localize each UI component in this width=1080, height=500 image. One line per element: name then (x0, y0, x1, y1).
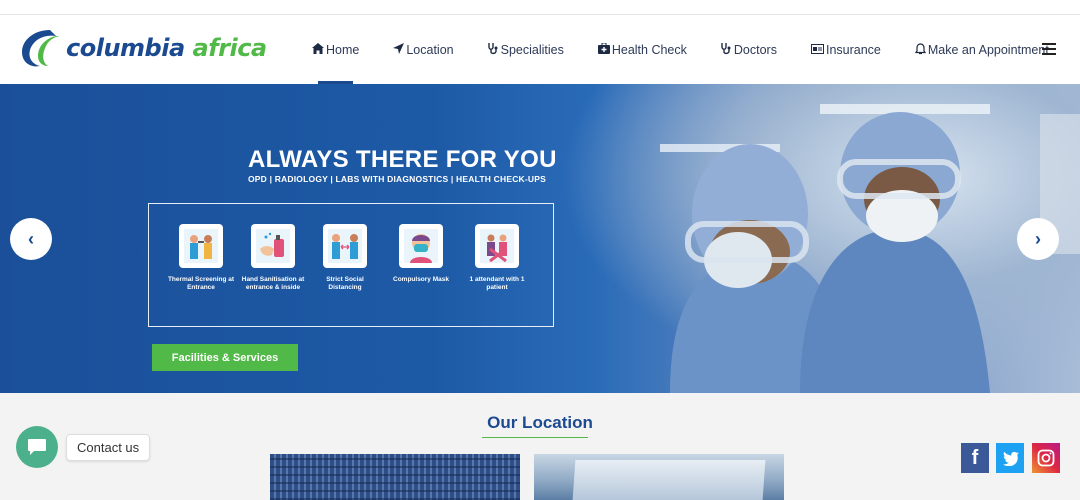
hero-slider: ‹ › ALWAYS THERE FOR YOU OPD | RADIOLOGY… (0, 84, 1080, 393)
facilities-services-button[interactable]: Facilities & Services (152, 344, 298, 371)
nav-label-home: Home (326, 43, 360, 57)
measure-item: Hand Sanitisation at entrance & inside (237, 224, 309, 292)
nav-item-health-check[interactable]: Health Check (597, 16, 687, 84)
nav-item-specialities[interactable]: Specialities (487, 16, 564, 84)
measure-item: Compulsory Mask (385, 224, 457, 284)
social-distancing-icon (323, 224, 367, 268)
slider-prev-button[interactable]: ‹ (10, 218, 52, 260)
one-attendant-icon (475, 224, 519, 268)
mask-icon (399, 224, 443, 268)
hamburger-menu-icon[interactable] (1042, 43, 1056, 55)
logo-text: columbia africa (66, 34, 267, 62)
instagram-camera-icon (1037, 449, 1055, 467)
twitter-icon[interactable] (996, 443, 1024, 473)
nav-item-location[interactable]: Location (393, 16, 454, 84)
nav-label-doctors: Doctors (733, 43, 777, 57)
nav-label-specialities: Specialities (500, 43, 564, 57)
measure-label: Thermal Screening at Entrance (167, 276, 235, 292)
logo-mark-icon (20, 28, 62, 68)
logo-text-africa: africa (192, 34, 268, 62)
main-nav: Home Location Specialities Health Check … (312, 16, 1080, 84)
slider-next-button[interactable]: › (1017, 218, 1059, 260)
id-card-icon (810, 43, 824, 57)
bell-icon (914, 42, 926, 58)
stethoscope-icon (721, 42, 732, 58)
nav-label-insurance: Insurance (825, 43, 881, 57)
site-header: columbia africa Home Location Specialiti… (0, 16, 1080, 84)
location-image[interactable] (270, 454, 520, 500)
chevron-right-icon: › (1035, 228, 1041, 249)
hero-medical-staff-image (660, 104, 1080, 393)
measure-label: 1 attendant with 1 patient (469, 276, 525, 292)
measure-label: Strict Social Distancing (326, 276, 364, 292)
instagram-icon[interactable] (1032, 443, 1060, 473)
measure-item: Strict Social Distancing (309, 224, 381, 292)
medkit-icon (597, 42, 610, 57)
home-icon (312, 43, 324, 57)
location-arrow-icon (393, 43, 405, 57)
facebook-icon[interactable]: f (961, 443, 989, 473)
nav-label-appointment: Make an Appointment (927, 43, 1049, 57)
nav-label-location: Location (406, 43, 454, 57)
location-title: Our Location (487, 413, 593, 432)
measure-label: Compulsory Mask (393, 276, 449, 283)
safety-measures-box: Thermal Screening at Entrance Hand Sanit… (148, 203, 554, 327)
top-strip (0, 0, 1080, 15)
nav-item-appointment[interactable]: Make an Appointment (914, 16, 1049, 84)
twitter-bird-icon (1002, 451, 1019, 466)
logo[interactable]: columbia africa (20, 28, 267, 68)
measure-item: 1 attendant with 1 patient (461, 224, 533, 292)
facebook-glyph: f (971, 446, 979, 469)
chat-icon[interactable] (16, 426, 58, 468)
stethoscope-icon (487, 42, 499, 58)
hero-title: ALWAYS THERE FOR YOU (248, 146, 557, 173)
contact-widget[interactable]: Contact us (16, 426, 151, 468)
contact-us-label[interactable]: Contact us (66, 433, 151, 461)
location-title-underline (482, 437, 588, 438)
nav-item-insurance[interactable]: Insurance (810, 16, 881, 84)
nav-item-doctors[interactable]: Doctors (721, 16, 777, 84)
thermal-screening-icon (179, 224, 223, 268)
measure-item: Thermal Screening at Entrance (165, 224, 237, 292)
hand-sanitiser-icon (251, 224, 295, 268)
measure-label: Hand Sanitisation at entrance & inside (241, 276, 305, 292)
location-image[interactable] (534, 454, 784, 500)
our-location-section: Our Location (0, 393, 1080, 500)
nav-label-health-check: Health Check (611, 43, 687, 57)
hero-subtitle: OPD | RADIOLOGY | LABS WITH DIAGNOSTICS … (248, 174, 546, 184)
nav-item-home[interactable]: Home (312, 16, 359, 84)
logo-text-columbia: columbia (66, 34, 185, 62)
chevron-left-icon: ‹ (28, 228, 34, 249)
